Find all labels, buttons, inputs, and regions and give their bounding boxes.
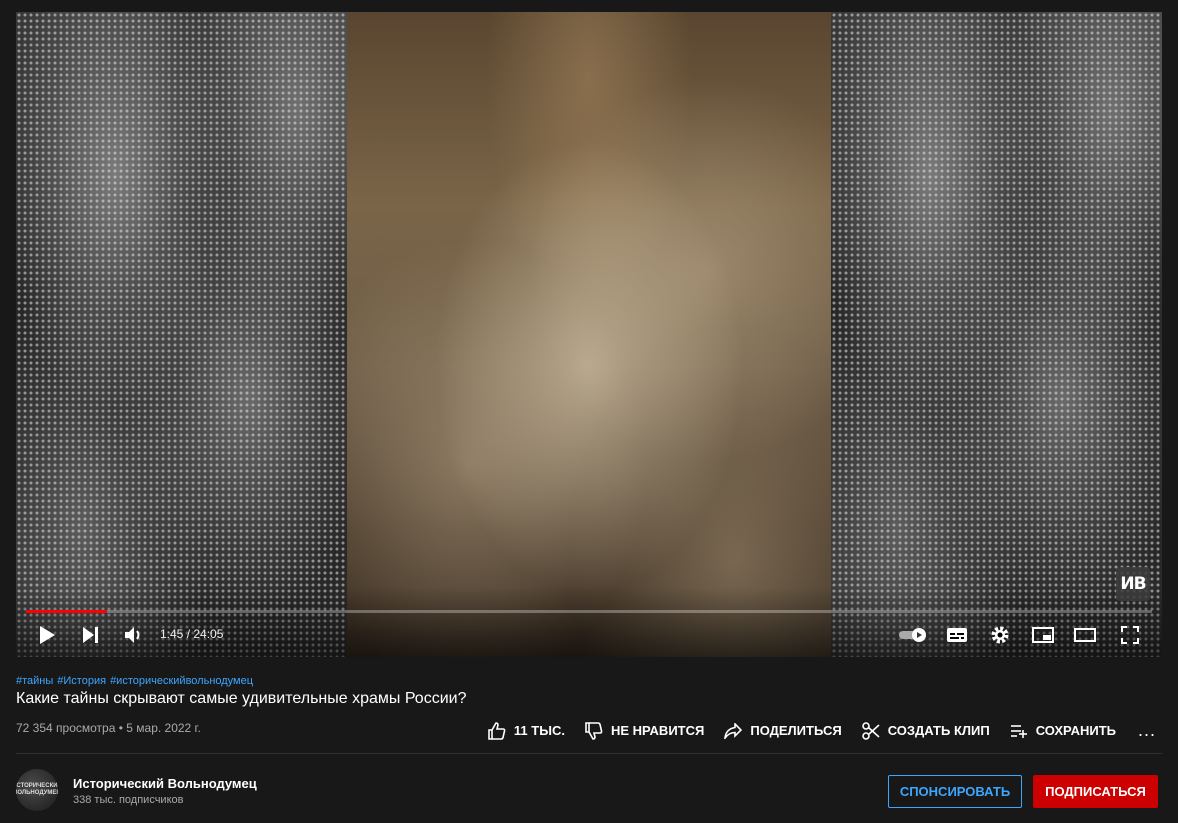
share-icon bbox=[724, 722, 743, 739]
settings-button[interactable] bbox=[988, 623, 1012, 647]
section-divider bbox=[16, 753, 1162, 754]
fullscreen-button[interactable] bbox=[1118, 623, 1142, 647]
channel-avatar[interactable]: ИСТОРИЧЕСКИЙ ВОЛЬНОДУМЕЦ bbox=[16, 769, 58, 811]
create-clip-button[interactable]: СОЗДАТЬ КЛИП bbox=[861, 721, 990, 740]
action-bar: 11 ТЫС. НЕ НРАВИТСЯ ПОДЕЛИТЬСЯ СОЗДАТЬ К… bbox=[468, 720, 1156, 741]
video-title: Какие тайны скрывают самые удивительные … bbox=[16, 690, 467, 707]
skip-next-icon bbox=[83, 627, 98, 643]
video-frame-relief-image bbox=[347, 12, 831, 657]
gear-icon bbox=[991, 626, 1009, 644]
video-frame-blurred-left bbox=[16, 12, 347, 657]
thumbs-up-icon bbox=[488, 721, 506, 740]
fullscreen-icon bbox=[1121, 626, 1139, 644]
channel-watermark[interactable]: ИВ bbox=[1116, 567, 1150, 601]
autoplay-toggle[interactable] bbox=[896, 623, 930, 647]
thumbs-down-icon bbox=[585, 721, 603, 740]
progress-bar[interactable] bbox=[26, 610, 1152, 613]
video-frame-blurred-right bbox=[831, 12, 1162, 657]
play-icon bbox=[40, 626, 55, 644]
miniplayer-icon bbox=[1032, 627, 1054, 643]
channel-name[interactable]: Исторический Вольнодумец bbox=[73, 776, 257, 791]
theater-mode-button[interactable] bbox=[1073, 623, 1097, 647]
hashtag-list: #тайны #История #историческийвольнодумец bbox=[16, 675, 257, 687]
video-player[interactable]: ИВ 1:45 / 24:05 bbox=[16, 12, 1162, 657]
more-actions-button[interactable]: ... bbox=[1138, 720, 1156, 741]
video-meta: 72 354 просмотра • 5 мар. 2022 г. bbox=[16, 721, 201, 735]
like-button[interactable]: 11 ТЫС. bbox=[488, 721, 565, 740]
subscribe-button[interactable]: ПОДПИСАТЬСЯ bbox=[1033, 775, 1158, 808]
theater-mode-icon bbox=[1074, 628, 1096, 642]
volume-button[interactable] bbox=[122, 623, 146, 647]
dislike-button[interactable]: НЕ НРАВИТСЯ bbox=[585, 721, 704, 740]
hashtag-link[interactable]: #историческийвольнодумец bbox=[110, 675, 253, 687]
sponsor-button[interactable]: СПОНСИРОВАТЬ bbox=[888, 775, 1022, 808]
play-button[interactable] bbox=[36, 623, 58, 647]
next-button[interactable] bbox=[80, 623, 102, 647]
share-button[interactable]: ПОДЕЛИТЬСЯ bbox=[724, 722, 842, 739]
save-button[interactable]: СОХРАНИТЬ bbox=[1010, 723, 1116, 738]
volume-icon bbox=[125, 627, 140, 643]
subtitles-button[interactable] bbox=[945, 623, 969, 647]
miniplayer-button[interactable] bbox=[1031, 623, 1055, 647]
hashtag-link[interactable]: #История bbox=[57, 675, 106, 687]
autoplay-toggle-icon bbox=[899, 628, 926, 642]
progress-played bbox=[26, 610, 108, 613]
avatar-logo-text: ИСТОРИЧЕСКИЙ ВОЛЬНОДУМЕЦ bbox=[16, 783, 58, 796]
time-display: 1:45 / 24:05 bbox=[160, 627, 224, 641]
hashtag-link[interactable]: #тайны bbox=[16, 675, 53, 687]
subtitles-icon bbox=[947, 628, 967, 642]
playlist-add-icon bbox=[1010, 724, 1027, 738]
scissors-icon bbox=[861, 721, 880, 740]
subscriber-count: 338 тыс. подписчиков bbox=[73, 794, 184, 806]
